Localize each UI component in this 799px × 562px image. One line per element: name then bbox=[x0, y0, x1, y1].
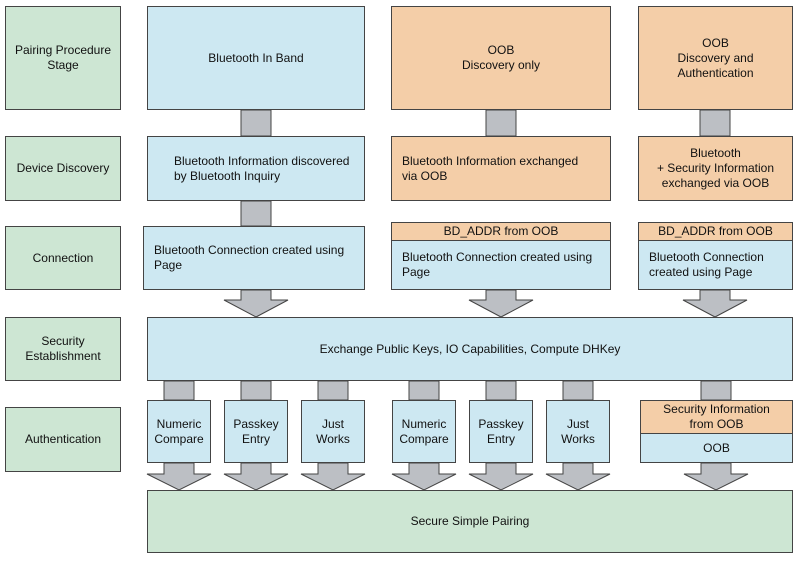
auth-numeric-compare-oob: Numeric Compare bbox=[392, 400, 456, 463]
down-arrow-icon bbox=[468, 462, 534, 491]
connector-arrow bbox=[485, 109, 517, 137]
down-arrow-icon bbox=[300, 462, 366, 491]
down-arrow-icon bbox=[223, 289, 289, 318]
oob-auth-discovery: Bluetooth + Security Information exchang… bbox=[638, 136, 793, 201]
inband-title: Bluetooth In Band bbox=[147, 6, 365, 110]
connector-arrow bbox=[163, 380, 195, 401]
secure-simple-pairing-box: Secure Simple Pairing bbox=[147, 490, 793, 553]
connector-arrow bbox=[562, 380, 594, 401]
pairing-diagram: Pairing Procedure Stage Device Discovery… bbox=[0, 0, 799, 562]
connector-arrow bbox=[485, 380, 517, 401]
stage-discovery: Device Discovery bbox=[5, 136, 121, 201]
connector-arrow bbox=[240, 200, 272, 227]
oob-auth-connection: Bluetooth Connection created using Page bbox=[638, 240, 793, 290]
down-arrow-icon bbox=[223, 462, 289, 491]
down-arrow-icon bbox=[683, 462, 749, 491]
down-arrow-icon bbox=[146, 462, 212, 491]
connector-arrow bbox=[699, 109, 731, 137]
connector-arrow bbox=[317, 380, 349, 401]
down-arrow-icon bbox=[468, 289, 534, 318]
inband-connection: Bluetooth Connection created using Page bbox=[143, 226, 365, 290]
auth-oob-security-info: Security Information from OOB bbox=[640, 400, 793, 434]
auth-passkey-entry-oob: Passkey Entry bbox=[469, 400, 533, 463]
auth-passkey-entry-inband: Passkey Entry bbox=[224, 400, 288, 463]
stage-connection: Connection bbox=[5, 226, 121, 290]
oob-auth-title: OOB Discovery and Authentication bbox=[638, 6, 793, 110]
auth-oob: OOB bbox=[640, 433, 793, 463]
connector-arrow bbox=[240, 109, 272, 137]
stage-authentication: Authentication bbox=[5, 407, 121, 472]
oob-auth-bd-addr: BD_ADDR from OOB bbox=[638, 222, 793, 241]
down-arrow-icon bbox=[391, 462, 457, 491]
auth-just-works-oob: Just Works bbox=[546, 400, 610, 463]
connector-arrow bbox=[700, 380, 732, 401]
auth-numeric-compare-inband: Numeric Compare bbox=[147, 400, 211, 463]
down-arrow-icon bbox=[682, 289, 748, 318]
stage-pairing: Pairing Procedure Stage bbox=[5, 6, 121, 110]
inband-discovery: Bluetooth Information discovered by Blue… bbox=[147, 136, 365, 201]
connector-arrow bbox=[240, 380, 272, 401]
stage-security: Security Establishment bbox=[5, 317, 121, 381]
auth-just-works-inband: Just Works bbox=[301, 400, 365, 463]
oob-discovery-bd-addr: BD_ADDR from OOB bbox=[391, 222, 611, 241]
connector-arrow bbox=[408, 380, 440, 401]
oob-discovery-discovery: Bluetooth Information exchanged via OOB bbox=[391, 136, 611, 201]
security-establishment-box: Exchange Public Keys, IO Capabilities, C… bbox=[147, 317, 793, 381]
down-arrow-icon bbox=[545, 462, 611, 491]
oob-discovery-connection: Bluetooth Connection created using Page bbox=[391, 240, 611, 290]
oob-discovery-title: OOB Discovery only bbox=[391, 6, 611, 110]
